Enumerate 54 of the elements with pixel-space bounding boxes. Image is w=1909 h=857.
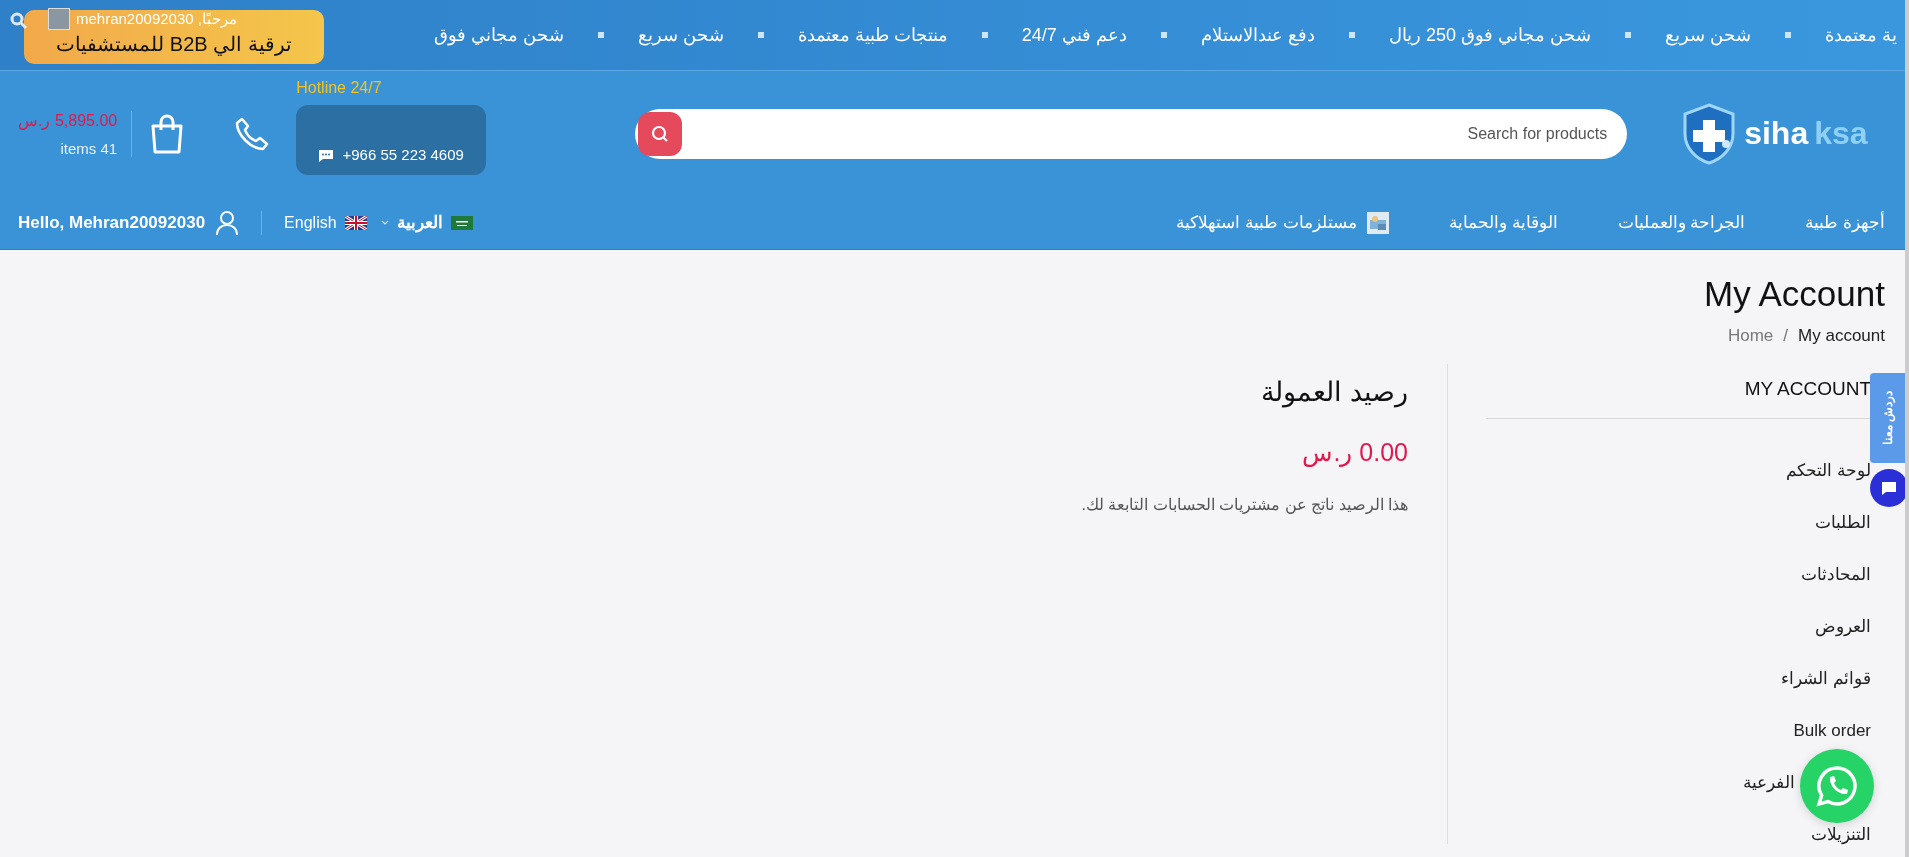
logo-text: siha xyxy=(1744,115,1809,152)
cart-total: 5,895.00 ر.س xyxy=(18,110,118,130)
breadcrumb-current: My account xyxy=(1798,326,1885,346)
user-icon[interactable] xyxy=(215,209,240,236)
shopping-bag-icon[interactable] xyxy=(150,113,185,154)
ticker-text: ية معتمدة xyxy=(1825,24,1897,46)
sidebar-item[interactable]: قوائم الشراء xyxy=(1781,669,1871,689)
nav-link[interactable]: الجراحة والعمليات xyxy=(1617,212,1746,233)
breadcrumb-link[interactable]: Home xyxy=(1727,326,1774,346)
flag-icon xyxy=(450,215,473,230)
phone-number: +966 55 223 4609 xyxy=(342,145,464,163)
nav-link[interactable]: مستلزمات طبية استهلاكية xyxy=(1176,211,1389,234)
sidebar-item[interactable]: Bulk order xyxy=(1793,721,1871,741)
ticker-text: شحن سريع xyxy=(1664,24,1751,46)
chat-tab[interactable]: دردش معنا xyxy=(1870,373,1905,463)
sidebar-item[interactable]: لوحة التحكم xyxy=(1786,461,1871,481)
language-option[interactable]: العربية xyxy=(396,212,443,233)
sidebar-item[interactable]: العروض xyxy=(1815,617,1871,637)
section-title: رصيد العمولة xyxy=(1261,376,1408,408)
hotline-box[interactable]: +966 55 223 4609 xyxy=(296,104,487,175)
phone-icon xyxy=(234,115,271,152)
cart-count: items 41 xyxy=(60,139,118,157)
ticker-text: منتجات طبية معتمدة xyxy=(797,24,948,46)
ticker-text: شحن مجاني فوق 250 ريال xyxy=(1388,24,1591,46)
page-title: My Account xyxy=(1704,274,1885,314)
balance-note: هذا الرصيد ناتج عن مشتريات الحسابات التابعة لك. xyxy=(1081,495,1408,514)
hotline-label: Hotline 24/7 xyxy=(296,78,383,97)
sidebar-item[interactable]: الطلبات xyxy=(1815,513,1871,533)
chat-icon xyxy=(318,148,335,163)
phone-bubble-icon xyxy=(1815,764,1859,808)
nav-link[interactable]: أجهزة طبية xyxy=(1805,212,1885,233)
chat-button[interactable] xyxy=(1870,469,1908,507)
search-icon[interactable] xyxy=(10,12,28,30)
balance-amount: 0.00 ر.س xyxy=(1302,438,1408,467)
ticker-text: دعم فني 24/7 xyxy=(1021,24,1127,46)
flag-icon xyxy=(344,215,367,230)
chat-icon xyxy=(1881,480,1897,496)
avatar xyxy=(48,8,70,30)
nav-link[interactable]: الوقاية والحماية xyxy=(1448,212,1558,233)
whatsapp-button[interactable] xyxy=(1800,749,1874,823)
ticker-text: دفع عندالاستلام xyxy=(1200,24,1315,46)
sidebar-item[interactable]: المحادثات xyxy=(1801,565,1871,585)
ticker-text: شحن سريع xyxy=(637,24,724,46)
search-button[interactable] xyxy=(638,111,683,156)
greeting-text: مرحبًا, mehran20092030 xyxy=(76,10,237,28)
search-field[interactable]: Search for products xyxy=(635,108,1628,159)
breadcrumb-separator: / xyxy=(1783,326,1789,346)
language-option[interactable]: English xyxy=(284,213,337,232)
sidebar-item[interactable]: الفرعية xyxy=(1743,773,1795,793)
sidebar-item[interactable]: التنزيلات xyxy=(1811,825,1871,845)
logo-text: ksa xyxy=(1814,115,1868,152)
caret-icon xyxy=(380,219,389,226)
user-greeting[interactable]: Hello, Mehran20092030 xyxy=(18,212,206,233)
ticker-text: شحن مجاني فوق xyxy=(433,24,564,46)
